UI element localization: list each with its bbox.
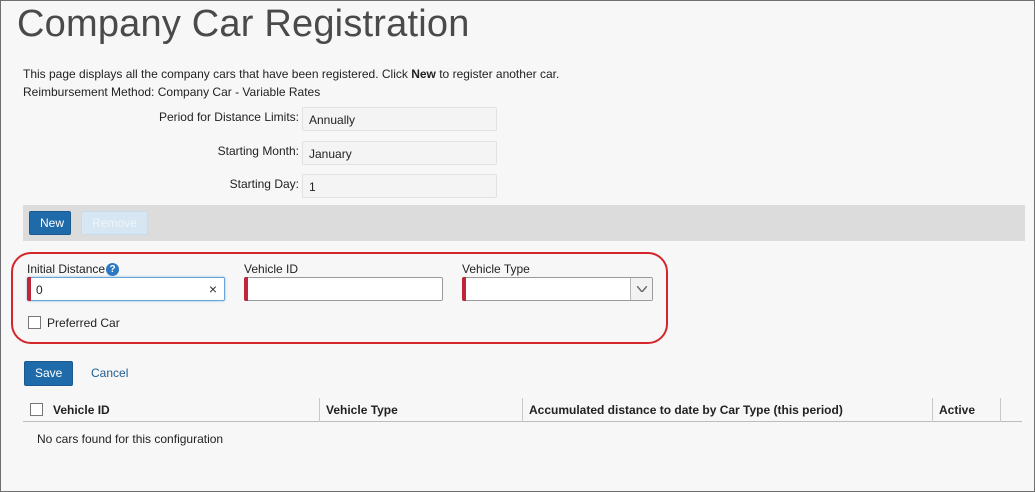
required-indicator xyxy=(27,277,31,301)
vehicle-type-label: Vehicle Type xyxy=(462,262,530,276)
question-mark-icon[interactable]: ? xyxy=(106,263,119,276)
period-label: Period for Distance Limits: xyxy=(158,110,299,124)
intro-new-keyword: New xyxy=(411,67,436,81)
month-value-text: January xyxy=(309,147,352,161)
period-value: Annually xyxy=(302,107,497,131)
page-frame: Company Car Registration This page displ… xyxy=(0,0,1035,492)
new-button[interactable]: New xyxy=(29,211,71,235)
required-indicator xyxy=(244,277,248,301)
column-accumulated-distance[interactable]: Accumulated distance to date by Car Type… xyxy=(522,398,932,422)
column-vehicle-type[interactable]: Vehicle Type xyxy=(319,398,522,422)
column-vehicle-id[interactable]: Vehicle ID xyxy=(47,398,319,422)
select-all-checkbox[interactable] xyxy=(30,403,43,416)
remove-button[interactable]: Remove xyxy=(81,211,148,235)
day-value: 1 xyxy=(302,174,497,198)
intro-after: to register another car. xyxy=(435,67,560,81)
day-value-text: 1 xyxy=(309,180,316,194)
clear-icon[interactable]: × xyxy=(209,281,217,297)
intro-before: This page displays all the company cars … xyxy=(23,67,412,81)
preferred-car-label: Preferred Car xyxy=(47,316,120,330)
initial-distance-value: 0 xyxy=(36,283,43,297)
intro-text: This page displays all the company cars … xyxy=(23,67,559,81)
day-label: Starting Day: xyxy=(229,177,299,191)
month-label: Starting Month: xyxy=(217,144,299,158)
vehicle-id-input[interactable] xyxy=(244,277,443,301)
vehicle-id-label: Vehicle ID xyxy=(244,262,299,276)
reimbursement-method: Reimbursement Method: Company Car - Vari… xyxy=(23,85,321,99)
chevron-down-icon[interactable] xyxy=(630,278,652,300)
vehicle-type-select[interactable] xyxy=(462,277,653,301)
initial-distance-input[interactable]: 0 × xyxy=(27,277,225,301)
period-row: Period for Distance Limits: xyxy=(1,110,299,130)
cars-table-header: Vehicle ID Vehicle Type Accumulated dist… xyxy=(23,398,1022,422)
month-row: Starting Month: xyxy=(1,144,299,164)
empty-table-message: No cars found for this configuration xyxy=(37,432,224,446)
day-row: Starting Day: xyxy=(1,177,299,197)
cancel-link[interactable]: Cancel xyxy=(91,366,128,380)
save-button[interactable]: Save xyxy=(24,361,73,386)
period-value-text: Annually xyxy=(309,113,356,127)
required-indicator xyxy=(462,277,466,301)
column-active[interactable]: Active xyxy=(932,398,1000,422)
preferred-car-checkbox[interactable] xyxy=(28,316,41,329)
page-title: Company Car Registration xyxy=(17,3,470,45)
toolbar: New Remove xyxy=(23,205,1025,241)
initial-distance-label: Initial Distance xyxy=(27,262,106,276)
month-value: January xyxy=(302,141,497,165)
column-extra xyxy=(1000,398,1022,422)
